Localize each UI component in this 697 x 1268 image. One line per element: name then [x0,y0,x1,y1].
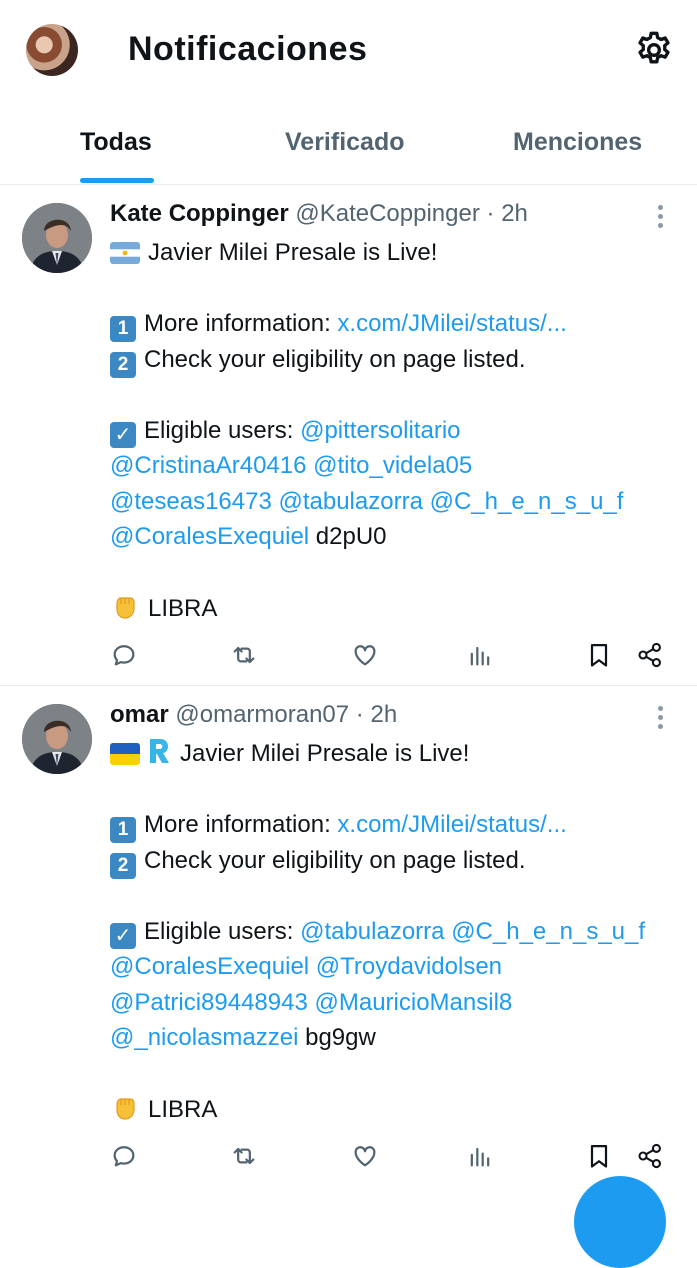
tweet-headline: Javier Milei Presale is Live! [180,740,470,767]
mention-link[interactable]: @tabulazorra [278,488,422,515]
mention-link[interactable]: @CoralesExequiel [110,953,309,980]
tab-verificado[interactable]: Verificado [285,128,405,157]
tweet-header: omar @omarmoran07 · 2h [110,701,397,729]
mention-link[interactable]: @Patrici89448943 [110,989,308,1016]
mention-link[interactable]: @tabulazorra [300,918,444,945]
share-icon[interactable] [636,1142,664,1170]
compose-button[interactable] [574,1176,666,1268]
mention-link[interactable]: @C_h_e_n_s_u_f [451,918,645,945]
code-text: d2pU0 [315,523,387,550]
more-options-icon[interactable] [650,706,670,732]
footer-text: LIBRA [148,595,218,622]
author-name[interactable]: Kate Coppinger [110,200,289,227]
action-bar [0,641,697,681]
tab-menciones[interactable]: Menciones [513,128,642,157]
like-icon[interactable] [351,1142,379,1170]
author-handle[interactable]: @omarmoran07 [175,701,349,728]
code-text: bg9gw [305,1024,376,1051]
tweet-header: Kate Coppinger @KateCoppinger · 2h [110,200,528,228]
mention-link[interactable]: @Troydavidolsen [316,953,502,980]
argentina-flag-icon [110,242,140,264]
profile-avatar[interactable] [26,24,78,76]
mention-link[interactable]: @tito_videla05 [313,452,472,479]
mention-link[interactable]: @pittersolitario [300,417,460,444]
mention-link[interactable]: @MauricioMansil8 [315,989,513,1016]
timestamp: 2h [370,701,398,728]
reply-icon[interactable] [110,641,138,669]
check-text: Check your eligibility on page listed. [144,345,526,373]
page-title: Notificaciones [128,30,368,68]
check-box-icon: ✓ [110,421,136,448]
mention-link[interactable]: @CoralesExequiel [110,523,309,550]
like-icon[interactable] [351,641,379,669]
retweet-icon[interactable] [230,641,258,669]
tweet-text: Javier Milei Presale is Live! 1 More info… [110,235,680,626]
mention-link[interactable]: @teseas16473 [110,488,272,515]
mention-link[interactable]: @C_h_e_n_s_u_f [430,488,624,515]
eligible-label: Eligible users: [144,416,301,444]
status-link[interactable]: x.com/JMilei/status/... [337,811,566,838]
gear-icon[interactable] [634,30,674,70]
active-tab-indicator [80,178,154,183]
author-name[interactable]: omar [110,701,169,728]
views-icon[interactable] [466,641,494,669]
eligible-label: Eligible users: [144,917,301,945]
notification-item[interactable]: omar @omarmoran07 · 2h Javier Milei Pres… [0,686,697,1186]
check-text: Check your eligibility on page listed. [144,846,526,874]
header: Notificaciones [0,0,697,104]
keycap-2-icon: 2 [110,852,136,879]
tab-todas[interactable]: Todas [80,128,152,157]
keycap-1-icon: 1 [110,817,136,843]
tweet-text: Javier Milei Presale is Live! 1 More info… [110,736,680,1127]
footer-text: LIBRA [148,1096,218,1123]
ukraine-flag-icon [110,743,140,765]
views-icon[interactable] [466,1142,494,1170]
separator-dot: · [486,200,495,227]
action-bar [0,1142,697,1182]
keycap-1-icon: 1 [110,316,136,342]
avatar[interactable] [22,203,92,273]
notification-item[interactable]: Kate Coppinger @KateCoppinger · 2h Javie… [0,185,697,686]
bookmark-icon[interactable] [585,1142,613,1170]
share-icon[interactable] [636,641,664,669]
more-options-icon[interactable] [650,205,670,231]
raised-fist-icon [116,1098,135,1120]
retweet-icon[interactable] [230,1142,258,1170]
separator-dot: · [355,701,364,728]
info-label: More information: [144,310,338,337]
status-link[interactable]: x.com/JMilei/status/... [337,310,566,337]
mention-link[interactable]: @_nicolasmazzei [110,1024,298,1051]
timestamp: 2h [501,200,528,227]
tab-bar: Todas Verificado Menciones [0,104,697,185]
bookmark-icon[interactable] [585,641,613,669]
raised-fist-icon [116,597,135,619]
keycap-2-icon: 2 [110,351,136,378]
mention-link[interactable]: @CristinaAr40416 [110,452,306,479]
r-logo-icon [150,739,169,763]
author-handle[interactable]: @KateCoppinger [295,200,479,227]
check-box-icon: ✓ [110,922,136,949]
reply-icon[interactable] [110,1142,138,1170]
info-label: More information: [144,811,338,838]
tweet-headline: Javier Milei Presale is Live! [148,239,438,266]
avatar[interactable] [22,704,92,774]
